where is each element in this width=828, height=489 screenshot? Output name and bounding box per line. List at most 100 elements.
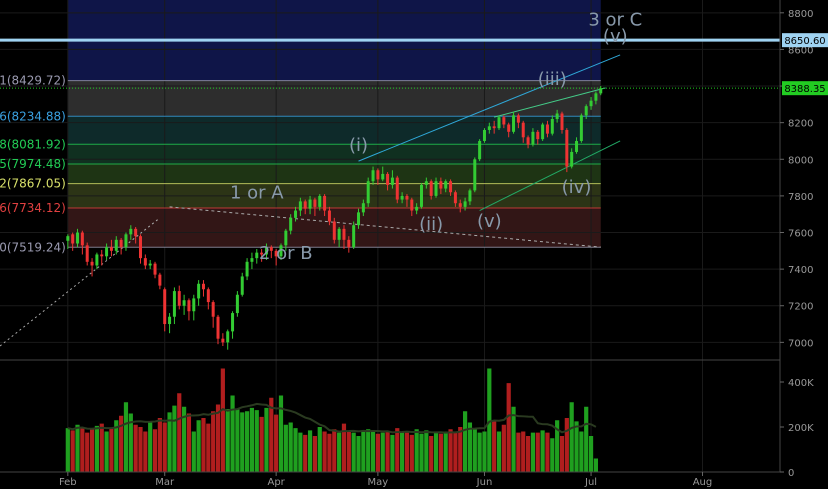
candle-body [71,234,75,244]
volume-bar [366,429,371,472]
x-tick-label: Feb [59,477,77,488]
candle-body [497,117,501,129]
candle-body [487,126,491,130]
volume-bar [259,416,264,472]
candle-body [395,177,399,200]
volume-bar [177,393,182,472]
volume-bar [530,432,536,472]
volume-bar [249,407,255,472]
candle-body [211,302,215,317]
volume-bar [220,368,225,472]
volume-bar [278,395,284,472]
candle-body [201,283,205,290]
candle-body [579,115,583,141]
candle-body [473,159,477,191]
candle-body [182,300,186,306]
volume-bar [99,423,104,472]
candle-body [303,201,307,209]
candle-body [298,201,302,211]
volume-bar [356,436,361,472]
volume-tick-label: 0 [788,468,794,479]
volume-bar [235,409,240,472]
candle-body [599,88,603,94]
volume-bar [385,431,390,472]
candle-body [250,258,254,262]
volume-bar [337,432,342,472]
x-tick-label: Aug [693,477,713,488]
candle-body [565,129,569,167]
volume-bar [540,430,545,472]
volume-bar [94,425,99,472]
volume-bar [104,431,109,472]
volume-bar [332,429,337,472]
candle-body [400,195,404,200]
volume-bar [148,422,153,472]
fib-zone [67,116,601,145]
candle-body [245,261,249,277]
volume-bar [559,436,565,472]
volume-bar [75,424,80,472]
volume-bar [123,402,129,472]
wave-label: 2 or B [259,243,313,264]
volume-bar [346,431,351,472]
candle-body [415,206,419,211]
candle-body [536,131,540,140]
x-tick-label: Apr [267,477,285,488]
y-tick-label: 8800 [788,9,813,20]
volume-bar [535,432,540,472]
candle-body [342,228,346,240]
candle-body [327,210,331,222]
candle-body [361,203,365,213]
volume-bar [327,433,332,472]
volume-bar [496,431,502,472]
y-tick-label: 7000 [788,338,813,349]
volume-bar [303,434,308,472]
candle-body [366,181,370,204]
candle-body [531,131,535,145]
volume-bar [482,431,487,472]
x-tick-label: May [368,477,389,488]
volume-bar [579,431,584,472]
volume-bar [458,427,463,472]
volume-bar [244,411,250,472]
volume-bar [584,406,589,472]
volume-bar [162,422,167,472]
candle-body [255,252,259,259]
volume-bar [521,431,526,472]
candle-body [124,234,128,248]
wave-label: (i) [349,135,368,156]
volume-bar [525,436,531,472]
volume-bar [424,430,429,472]
candle-body [337,228,341,240]
fib-label: 0.5(7974.48) [0,157,66,171]
volume-bar [80,427,85,472]
volume-bar [375,433,380,472]
candle-body [526,137,530,145]
volume-bar [206,423,211,472]
candle-body [463,201,467,207]
candle-body [439,181,443,189]
candle-body [521,122,525,138]
candle-body [545,124,549,134]
volume-bar [70,430,75,472]
candle-body [376,170,380,180]
volume-bar [409,434,414,472]
candle-body [221,338,225,343]
candle-body [555,113,559,119]
candle-body [589,100,593,107]
volume-bar [322,431,327,472]
candle-body [313,199,317,207]
volume-bar [550,438,555,472]
volume-bar [191,431,196,472]
candle-body [148,263,152,266]
volume-bar [274,414,279,472]
candlestick-chart: 1(8429.72) 0.786(8234.88) 0.618(8081.92) 0.… [0,0,828,489]
wave-label: 1 or A [230,183,284,204]
volume-bar [186,413,192,472]
volume-bar [545,432,550,472]
x-tick-label: Mar [155,477,175,488]
fib-zone [67,144,601,164]
wave-label: (ii) [419,214,443,235]
volume-bar [225,409,230,472]
volume-bar [588,436,594,472]
